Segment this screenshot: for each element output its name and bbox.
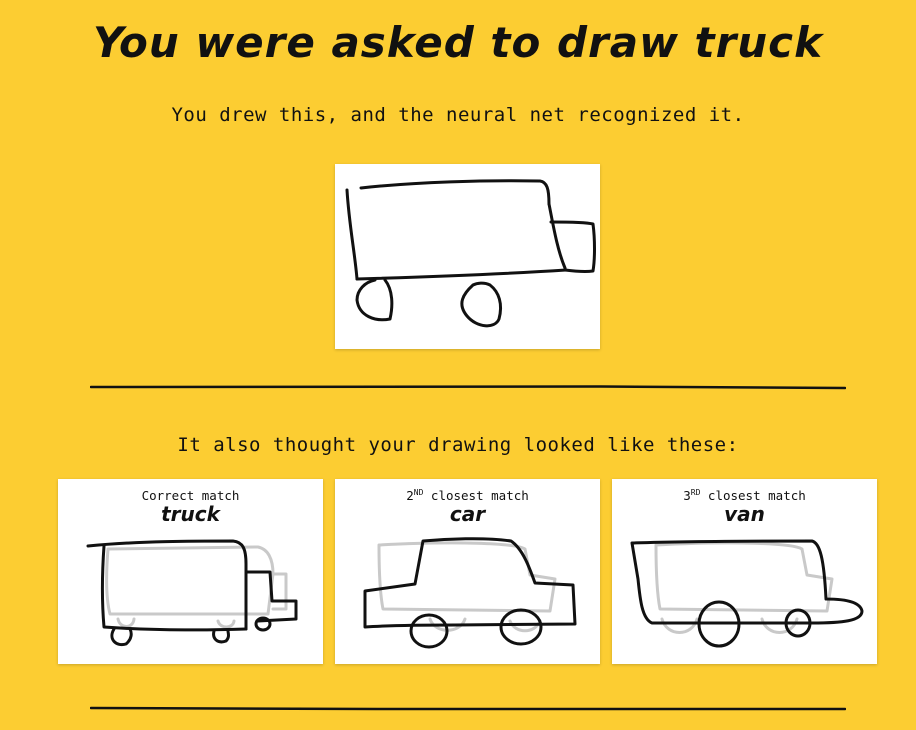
- match-card-truck[interactable]: Correct match truck: [58, 479, 323, 664]
- user-truck-drawing: [345, 179, 596, 328]
- rank-text: Correct match: [141, 488, 240, 503]
- divider-top: [90, 384, 846, 390]
- match-rank-label: 3RD closest match: [612, 488, 877, 503]
- match-card-car[interactable]: 2ND closest match car: [335, 479, 600, 664]
- rank-number: 3: [683, 488, 691, 504]
- also-thought-heading: It also thought your drawing looked like…: [177, 434, 739, 456]
- match-name: car: [449, 502, 486, 526]
- rank-ordinal: ND: [413, 488, 424, 497]
- match-name: van: [724, 502, 765, 526]
- result-text: You drew this, and the neural net recogn…: [171, 104, 745, 126]
- page-title: You were asked to draw truck: [92, 18, 824, 67]
- divider-bottom: [90, 706, 846, 712]
- match-name: truck: [161, 502, 220, 526]
- match-rank-label: 2ND closest match: [335, 488, 600, 503]
- rank-text: closest match: [423, 488, 529, 504]
- match-rank-label: Correct match: [58, 488, 323, 503]
- user-drawing-card: [335, 164, 600, 349]
- rank-number: 2: [406, 488, 414, 504]
- rank-text: closest match: [700, 488, 806, 504]
- rank-ordinal: RD: [690, 488, 701, 497]
- match-card-van[interactable]: 3RD closest match van: [612, 479, 877, 664]
